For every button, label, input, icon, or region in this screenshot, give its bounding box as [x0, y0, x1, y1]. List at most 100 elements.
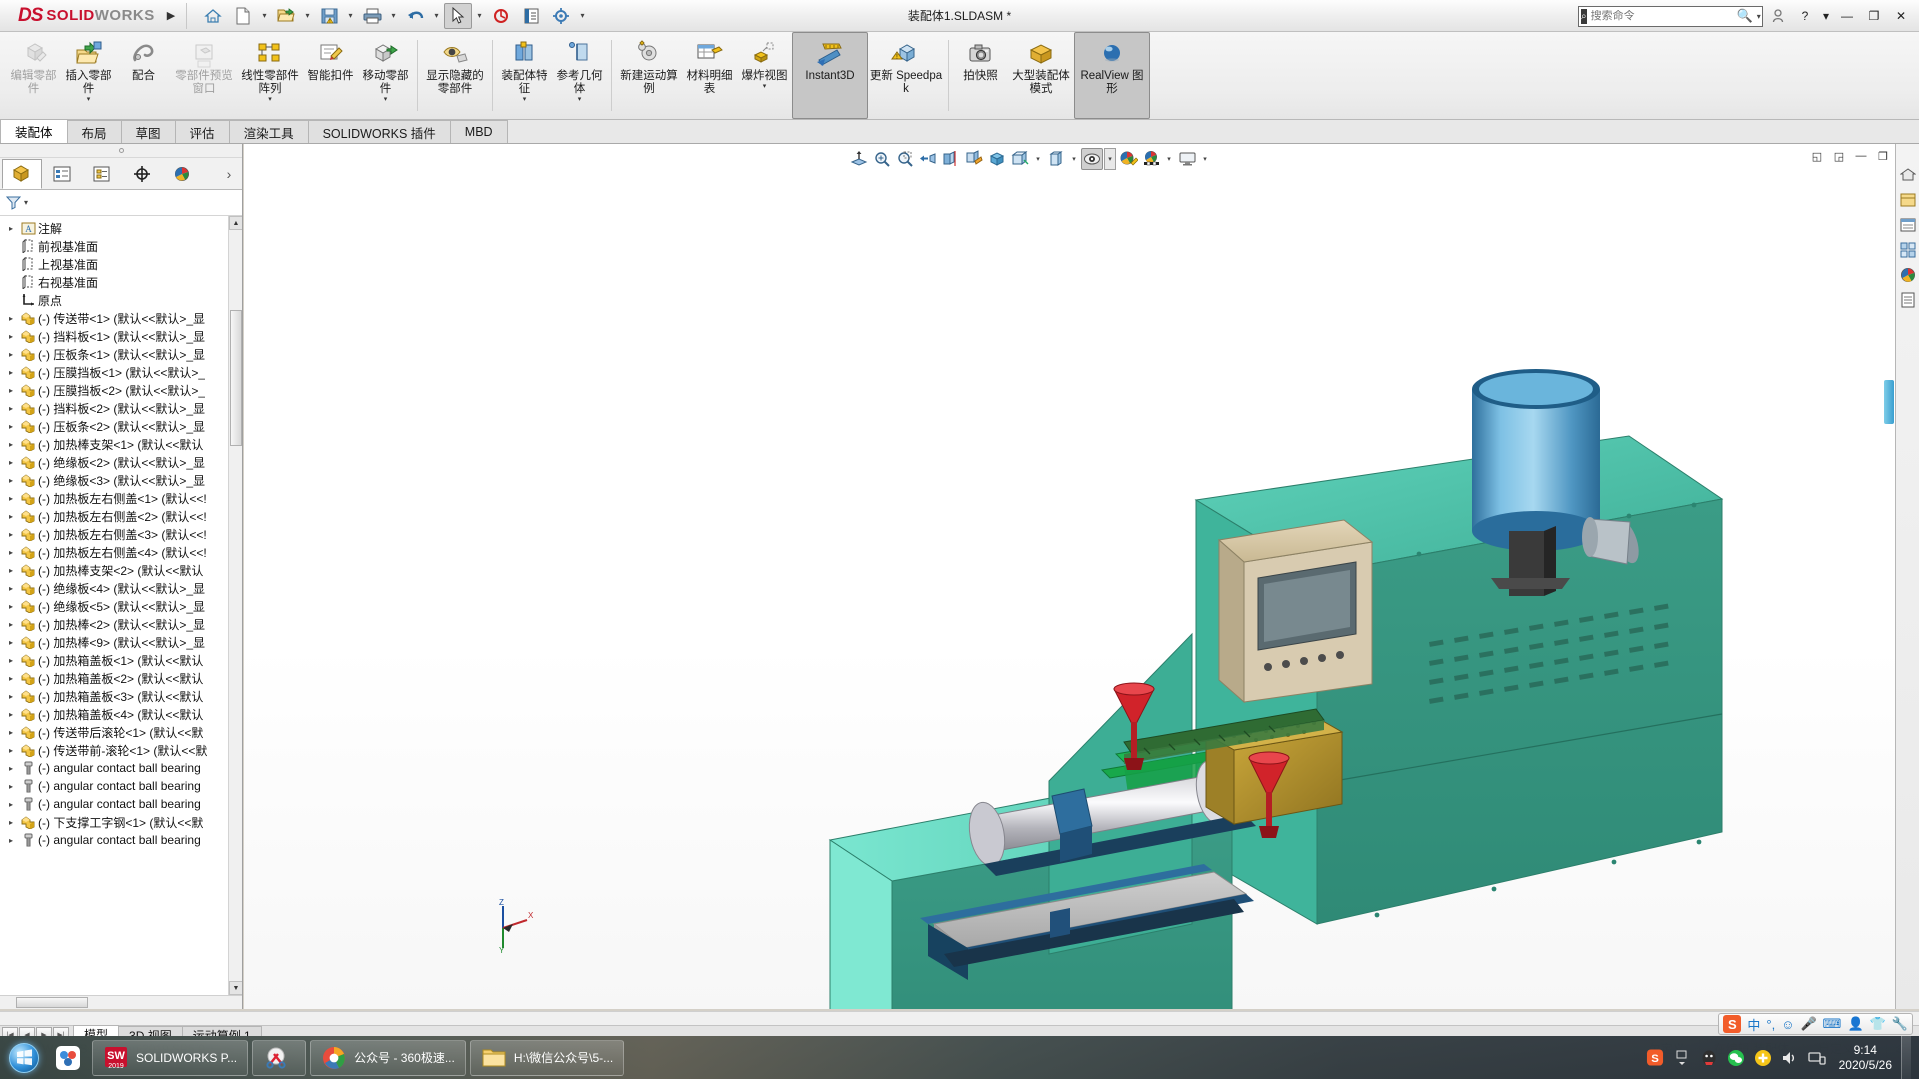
tree-horizontal-scrollbar[interactable]	[0, 995, 242, 1009]
custom-properties-icon[interactable]	[1899, 291, 1917, 309]
open-document-icon[interactable]	[272, 3, 300, 29]
user-icon[interactable]: 👤	[1847, 1016, 1863, 1032]
feature-tree-item[interactable]: ▸ (-) 压板条<2> (默认<<默认>_显	[0, 417, 242, 435]
options-dropdown-icon[interactable]: ▾	[577, 3, 588, 29]
taskbar-clock[interactable]: 9:14 2020/5/26	[1835, 1043, 1892, 1073]
qq-icon[interactable]	[1700, 1049, 1718, 1067]
print-icon[interactable]	[358, 3, 386, 29]
viewport-restore-right-icon[interactable]: ◲	[1829, 146, 1849, 166]
new-document-icon[interactable]	[229, 3, 257, 29]
feature-tree-item[interactable]: ▸ (-) 加热箱盖板<4> (默认<<默认	[0, 705, 242, 723]
taskbar-item-1[interactable]	[252, 1039, 307, 1076]
expand-arrow-icon[interactable]: ▸	[4, 746, 18, 755]
feature-tree-item[interactable]: ▸ (-) 传送带前-滚轮<1> (默认<<默	[0, 741, 242, 759]
ribbon-button-dropdown-icon[interactable]: ▾	[268, 96, 272, 103]
microphone-icon[interactable]: 🎤	[1800, 1016, 1816, 1032]
ribbon-button-smart-fasteners[interactable]: 智能扣件	[303, 32, 358, 119]
ime-mode-label[interactable]: 中	[1747, 1015, 1760, 1034]
new-document-dropdown-icon[interactable]: ▾	[259, 3, 270, 29]
expand-arrow-icon[interactable]: ▸	[4, 620, 18, 629]
feature-tree[interactable]: ▲ ▼ ▸ A 注解 前视基准面 上视基准面 右视基准面 原点 ▸ (-) 传送带<1> (默认…	[0, 216, 242, 995]
punctuation-icon[interactable]: °,	[1766, 1017, 1775, 1032]
feature-tree-item[interactable]: ▸ (-) 绝缘板<3> (默认<<默认>_显	[0, 471, 242, 489]
feature-tree-item[interactable]: ▸ (-) 加热棒<9> (默认<<默认>_显	[0, 633, 242, 651]
options-gear-icon[interactable]	[547, 3, 575, 29]
expand-arrow-icon[interactable]: ▸	[4, 422, 18, 431]
tree-scroll-down-button[interactable]: ▼	[229, 981, 242, 995]
feature-tree-item[interactable]: ▸ (-) 加热板左右侧盖<2> (默认<<!	[0, 507, 242, 525]
wechat-icon[interactable]	[1727, 1049, 1745, 1067]
manager-tabs-more-icon[interactable]: ›	[216, 166, 242, 182]
expand-arrow-icon[interactable]: ▸	[4, 692, 18, 701]
feature-tree-item[interactable]: ▸ (-) 压膜挡板<2> (默认<<默认>_	[0, 381, 242, 399]
open-document-dropdown-icon[interactable]: ▾	[302, 3, 313, 29]
feature-tree-item[interactable]: 前视基准面	[0, 237, 242, 255]
ribbon-button-dropdown-icon[interactable]: ▾	[384, 96, 388, 103]
feature-tree-item[interactable]: 原点	[0, 291, 242, 309]
feature-tree-item[interactable]: ▸ (-) 传送带后滚轮<1> (默认<<默	[0, 723, 242, 741]
feature-tree-item[interactable]: ▸ (-) 加热板左右侧盖<4> (默认<<!	[0, 543, 242, 561]
feature-tree-item[interactable]: ▸ (-) 加热板左右侧盖<3> (默认<<!	[0, 525, 242, 543]
expand-arrow-icon[interactable]: ▸	[4, 548, 18, 557]
feature-tree-item[interactable]: ▸ (-) 加热箱盖板<1> (默认<<默认	[0, 651, 242, 669]
search-magnifier-icon[interactable]: 🔍	[1737, 8, 1753, 24]
ribbon-button-large-assembly-mode[interactable]: 大型装配体模式	[1008, 32, 1074, 119]
expand-arrow-icon[interactable]: ▸	[4, 368, 18, 377]
expand-arrow-icon[interactable]: ▸	[4, 764, 18, 773]
feature-tree-item[interactable]: ▸ (-) 压膜挡板<1> (默认<<默认>_	[0, 363, 242, 381]
network-icon[interactable]	[1807, 1049, 1826, 1067]
feature-tree-item[interactable]: ▸ (-) angular contact ball bearing	[0, 777, 242, 795]
feature-tree-item[interactable]: ▸ (-) angular contact ball bearing	[0, 831, 242, 849]
sogou-tray-icon[interactable]: S	[1646, 1049, 1664, 1067]
expand-arrow-icon[interactable]: ▸	[4, 656, 18, 665]
feature-tree-item[interactable]: ▸ (-) angular contact ball bearing	[0, 795, 242, 813]
ribbon-button-show-hidden-components[interactable]: 显示隐藏的零部件	[422, 32, 488, 119]
restore-button[interactable]: ❐	[1862, 3, 1886, 29]
search-input[interactable]	[1590, 10, 1733, 22]
command-tab-6[interactable]: MBD	[449, 120, 508, 143]
expand-arrow-icon[interactable]: ▸	[4, 836, 18, 845]
feature-tree-item[interactable]: ▸ A 注解	[0, 219, 242, 237]
viewport-horizontal-scrollbar[interactable]	[0, 1011, 1919, 1026]
plus-icon[interactable]	[1754, 1049, 1772, 1067]
expand-arrow-icon[interactable]: ▸	[4, 440, 18, 449]
expand-arrow-icon[interactable]: ▸	[4, 728, 18, 737]
viewport-restore-left-icon[interactable]: ◱	[1807, 146, 1827, 166]
expand-arrow-icon[interactable]: ▸	[4, 638, 18, 647]
expand-arrow-icon[interactable]: ▸	[4, 314, 18, 323]
undo-icon[interactable]	[401, 3, 429, 29]
ribbon-button-exploded-view[interactable]: 爆炸视图 ▾	[737, 32, 792, 119]
ribbon-button-linear-pattern[interactable]: 线性零部件阵列 ▾	[237, 32, 303, 119]
undo-dropdown-icon[interactable]: ▾	[431, 3, 442, 29]
expand-arrow-icon[interactable]: ▸	[4, 800, 18, 809]
home-icon[interactable]	[199, 3, 227, 29]
help-button[interactable]: ?	[1793, 3, 1817, 29]
command-tab-1[interactable]: 布局	[66, 120, 122, 143]
feature-tree-item[interactable]: 右视基准面	[0, 273, 242, 291]
feature-tree-item[interactable]: ▸ (-) 挡料板<2> (默认<<默认>_显	[0, 399, 242, 417]
select-cursor-icon[interactable]	[444, 2, 472, 29]
expand-arrow-icon[interactable]: ▸	[4, 710, 18, 719]
save-icon[interactable]: !	[315, 3, 343, 29]
feature-tree-item[interactable]: ▸ (-) angular contact ball bearing	[0, 759, 242, 777]
ribbon-button-dropdown-icon[interactable]: ▾	[523, 96, 527, 103]
viewport-vertical-scroll-thumb[interactable]	[1884, 380, 1894, 424]
feature-tree-item[interactable]: ▸ (-) 加热箱盖板<3> (默认<<默认	[0, 687, 242, 705]
expand-arrow-icon[interactable]: ▸	[4, 530, 18, 539]
command-tab-4[interactable]: 渲染工具	[228, 120, 309, 143]
expand-arrow-icon[interactable]: ▸	[4, 818, 18, 827]
expand-arrow-icon[interactable]: ▸	[4, 332, 18, 341]
expand-arrow-icon[interactable]: ▸	[4, 584, 18, 593]
rebuild-icon[interactable]	[487, 3, 515, 29]
viewport-maximize-button[interactable]: ❐	[1873, 146, 1893, 166]
menu-expand-arrow-icon[interactable]: ▶	[160, 9, 182, 22]
search-scope-icon[interactable]: ⌕	[1581, 8, 1587, 24]
feature-tree-item[interactable]: 上视基准面	[0, 255, 242, 273]
expand-arrow-icon[interactable]: ▸	[4, 224, 18, 233]
solidworks-resources-icon[interactable]	[1899, 166, 1917, 184]
ribbon-button-dropdown-icon[interactable]: ▾	[763, 83, 767, 90]
expand-arrow-icon[interactable]: ▸	[4, 404, 18, 413]
help-dropdown-icon[interactable]: ▾	[1820, 3, 1832, 29]
feature-tree-item[interactable]: ▸ (-) 压板条<1> (默认<<默认>_显	[0, 345, 242, 363]
view-palette-icon[interactable]	[1899, 241, 1917, 259]
